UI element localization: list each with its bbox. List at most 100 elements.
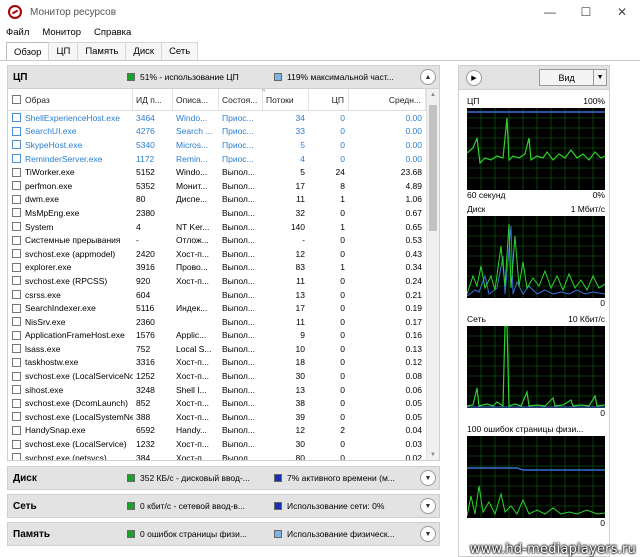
row-checkbox[interactable] bbox=[12, 398, 21, 408]
tab-memory[interactable]: Память bbox=[77, 42, 127, 60]
tab-overview[interactable]: Обзор bbox=[6, 42, 50, 61]
table-row[interactable]: lsass.exe 752 Local S... Выпол... 10 0 0.13 bbox=[8, 342, 426, 356]
tab-network[interactable]: Сеть bbox=[161, 42, 199, 60]
minimize-button[interactable]: — bbox=[532, 0, 568, 24]
column-description[interactable]: Описа... bbox=[173, 89, 219, 110]
row-checkbox[interactable] bbox=[12, 453, 21, 460]
menu-help[interactable]: Справка bbox=[94, 27, 131, 38]
row-checkbox[interactable] bbox=[12, 249, 21, 259]
cpu-section-header[interactable]: ЦП 51% - использование ЦП 119% максималь… bbox=[7, 65, 440, 89]
disk-section-header[interactable]: Диск 352 КБ/с - дисковый ввод-... 7% акт… bbox=[7, 466, 440, 490]
column-image[interactable]: Образ bbox=[8, 89, 133, 110]
process-average-cpu: 0.65 bbox=[405, 221, 422, 232]
process-name: System bbox=[8, 222, 133, 232]
view-dropdown[interactable]: Вид ▼ bbox=[539, 69, 607, 86]
table-row[interactable]: dwm.exe 80 Диспе... Выпол... 11 1 1.06 bbox=[8, 193, 426, 207]
collapse-cpu-button[interactable]: ▲ bbox=[420, 69, 436, 85]
row-checkbox[interactable] bbox=[12, 222, 21, 232]
column-pid[interactable]: ИД п... bbox=[133, 89, 173, 110]
process-status: Выпол... bbox=[222, 411, 255, 422]
table-row[interactable]: svchost.exe (appmodel) 2420 Хост-п... Выпол… bbox=[8, 247, 426, 261]
cpu-graph bbox=[467, 108, 605, 190]
maximize-button[interactable]: ☐ bbox=[568, 0, 604, 24]
column-threads[interactable]: Потоки bbox=[263, 89, 309, 110]
memory-section-header[interactable]: Память 0 ошибок страницы физи... Использ… bbox=[7, 522, 440, 546]
row-checkbox[interactable] bbox=[12, 276, 21, 286]
column-cpu[interactable]: ЦП bbox=[309, 89, 349, 110]
row-checkbox[interactable] bbox=[12, 385, 21, 395]
menu-file[interactable]: Файл bbox=[6, 27, 29, 38]
row-checkbox[interactable] bbox=[12, 425, 21, 435]
row-checkbox[interactable] bbox=[12, 439, 21, 449]
row-checkbox[interactable] bbox=[12, 344, 21, 354]
row-checkbox[interactable] bbox=[12, 371, 21, 381]
expand-memory-button[interactable]: ▼ bbox=[420, 526, 436, 542]
table-row[interactable]: csrss.exe 604 Выпол... 13 0 0.21 bbox=[8, 288, 426, 302]
table-scrollbar[interactable]: ▲ ▼ bbox=[426, 89, 439, 460]
process-name: svchost.exe (netsvcs) bbox=[8, 453, 133, 460]
scroll-thumb[interactable] bbox=[429, 105, 437, 231]
memory-usage-legend: Использование физическ... bbox=[274, 529, 414, 539]
table-row[interactable]: MsMpEng.exe 2380 Выпол... 32 0 0.67 bbox=[8, 206, 426, 220]
row-checkbox[interactable] bbox=[12, 412, 21, 422]
table-row[interactable]: SearchUI.exe 4276 Search ... Приос... 33 0 0.0… bbox=[8, 125, 426, 139]
row-checkbox[interactable] bbox=[12, 357, 21, 367]
process-name-text: sihost.exe bbox=[25, 384, 64, 395]
row-checkbox[interactable] bbox=[12, 235, 21, 245]
table-row[interactable]: svchost.exe (LocalSystemNet... 388 Хост-п.… bbox=[8, 410, 426, 424]
row-checkbox[interactable] bbox=[12, 262, 21, 272]
table-row[interactable]: HandySnap.exe 6592 Handy... Выпол... 12 2 0.04 bbox=[8, 424, 426, 438]
process-average-cpu: 1.06 bbox=[405, 194, 422, 205]
close-button[interactable]: ✕ bbox=[604, 0, 640, 24]
row-checkbox[interactable] bbox=[12, 290, 21, 300]
menu-monitor[interactable]: Монитор bbox=[42, 27, 81, 38]
process-name: SearchIndexer.exe bbox=[8, 303, 133, 313]
table-row[interactable]: SearchIndexer.exe 5116 Индек... Выпол... 17 0… bbox=[8, 301, 426, 315]
table-row[interactable]: taskhostw.exe 3316 Хост-п... Выпол... 18 0 0.1… bbox=[8, 356, 426, 370]
table-row[interactable]: sihost.exe 3248 Shell I... Выпол... 13 0 0.06 bbox=[8, 383, 426, 397]
row-checkbox[interactable] bbox=[12, 181, 21, 191]
network-section-header[interactable]: Сеть 0 кбит/с - сетевой ввод-в... Исполь… bbox=[7, 494, 440, 518]
row-checkbox[interactable] bbox=[12, 167, 21, 177]
scroll-up-icon[interactable]: ▲ bbox=[430, 92, 436, 98]
expand-network-button[interactable]: ▼ bbox=[420, 498, 436, 514]
process-description: Хост-п... bbox=[176, 452, 209, 461]
row-checkbox[interactable] bbox=[12, 208, 21, 218]
process-status: Выпол... bbox=[222, 275, 255, 286]
toggle-graph-panel-button[interactable]: ▶ bbox=[466, 70, 482, 86]
row-checkbox[interactable] bbox=[12, 154, 21, 164]
tab-cpu[interactable]: ЦП bbox=[48, 42, 79, 60]
table-row[interactable]: svchost.exe (DcomLaunch) 852 Хост-п... Выпо… bbox=[8, 396, 426, 410]
table-row[interactable]: svchost.exe (RPCSS) 920 Хост-п... Выпол... 1… bbox=[8, 274, 426, 288]
table-row[interactable]: svchost.exe (netsvcs) 384 Хост-п... Выпол..… bbox=[8, 451, 426, 461]
expand-disk-button[interactable]: ▼ bbox=[420, 470, 436, 486]
row-checkbox[interactable] bbox=[12, 126, 21, 136]
process-status: Приос... bbox=[222, 139, 254, 150]
column-status[interactable]: Состоя... bbox=[219, 89, 263, 110]
process-status: Выпол... bbox=[222, 384, 255, 395]
table-row[interactable]: SkypeHost.exe 5340 Micros... Приос... 5 0 0.00 bbox=[8, 138, 426, 152]
row-checkbox[interactable] bbox=[12, 330, 21, 340]
row-checkbox[interactable] bbox=[12, 140, 21, 150]
table-row[interactable]: svchost.exe (LocalService) 1232 Хост-п... В… bbox=[8, 437, 426, 451]
row-checkbox[interactable] bbox=[12, 113, 21, 123]
select-all-checkbox[interactable] bbox=[12, 95, 21, 104]
tab-disk[interactable]: Диск bbox=[125, 42, 163, 60]
table-row[interactable]: Системные прерывания - Отлож... Выпол... - 0 0… bbox=[8, 233, 426, 247]
table-row[interactable]: ShellExperienceHost.exe 3464 Windo... Приос… bbox=[8, 111, 426, 125]
process-name-text: taskhostw.exe bbox=[25, 357, 79, 368]
table-row[interactable]: NisSrv.exe 2360 Выпол... 11 0 0.17 bbox=[8, 315, 426, 329]
table-row[interactable]: System 4 NT Ker... Выпол... 140 1 0.65 bbox=[8, 220, 426, 234]
table-row[interactable]: TiWorker.exe 5152 Windo... Выпол... 5 24 23.68 bbox=[8, 165, 426, 179]
table-row[interactable]: ReminderServer.exe 1172 Remin... Приос... 4 0… bbox=[8, 152, 426, 166]
table-row[interactable]: svchost.exe (LocalServiceNo... 1252 Хост-п… bbox=[8, 369, 426, 383]
table-row[interactable]: perfmon.exe 5352 Монит... Выпол... 17 8 4.89 bbox=[8, 179, 426, 193]
row-checkbox[interactable] bbox=[12, 317, 21, 327]
column-average-cpu[interactable]: Средн... bbox=[349, 89, 426, 110]
row-checkbox[interactable] bbox=[12, 194, 21, 204]
row-checkbox[interactable] bbox=[12, 303, 21, 313]
table-row[interactable]: explorer.exe 3916 Прово... Выпол... 83 1 0.34 bbox=[8, 261, 426, 275]
scroll-down-icon[interactable]: ▼ bbox=[430, 452, 436, 458]
disk-io-swatch bbox=[127, 474, 135, 482]
table-row[interactable]: ApplicationFrameHost.exe 1576 Applic... Вып… bbox=[8, 329, 426, 343]
